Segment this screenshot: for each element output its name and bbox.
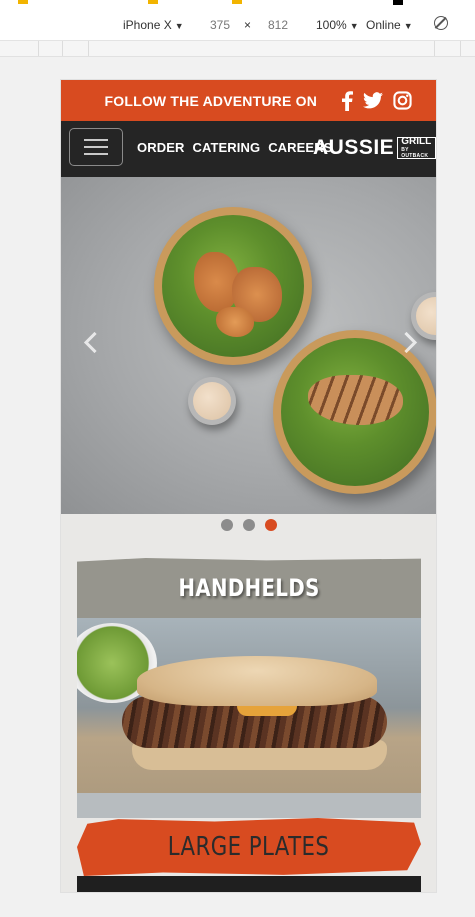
width-input[interactable]: 375 (210, 18, 230, 32)
times-sign: × (244, 18, 252, 32)
network-select[interactable]: Online ▼ (366, 18, 413, 32)
site-navbar: ORDER CATERING CAREERS AUSSIE GRILL BY O… (61, 121, 436, 177)
category-title: HANDHELDS (178, 574, 320, 602)
hero-carousel[interactable] (61, 177, 436, 514)
follow-bar: FOLLOW THE ADVENTURE ON (61, 80, 436, 121)
logo-grill-text: GRILL (401, 136, 432, 147)
large-plates-image (77, 876, 421, 892)
nav-catering-link[interactable]: CATERING (192, 140, 260, 155)
nav-order-link[interactable]: ORDER (137, 140, 184, 155)
category-title: LARGE PLATES (168, 832, 330, 862)
devtools-toolbar: iPhone X ▼ 375 × 812 100% ▼ Online ▼ (0, 0, 475, 41)
mobile-viewport: FOLLOW THE ADVENTURE ON ORDER CATERING C… (61, 80, 436, 892)
sauce-cup-image (411, 292, 436, 340)
carousel-indicators (61, 519, 436, 531)
hamburger-menu-button[interactable] (69, 128, 123, 166)
rotate-icon[interactable] (434, 16, 448, 30)
twitter-icon[interactable] (363, 92, 383, 109)
category-card-large-plates[interactable]: LARGE PLATES (77, 818, 421, 892)
instagram-icon[interactable] (393, 91, 412, 110)
facebook-icon[interactable] (341, 90, 353, 111)
carousel-prev-icon[interactable] (83, 331, 106, 354)
carousel-dot-active[interactable] (264, 519, 277, 531)
logo-grill-box: GRILL BY OUTBACK (397, 137, 436, 159)
grilled-chicken-bowl-image (273, 330, 436, 494)
media-query-bar[interactable] (0, 41, 475, 57)
sandwich-image (77, 618, 421, 818)
category-title-bar: HANDHELDS (77, 558, 421, 618)
tab-indicator (393, 0, 403, 5)
logo-main-text: AUSSIE (313, 136, 395, 159)
carousel-dot[interactable] (220, 519, 233, 531)
nav-links: ORDER CATERING CAREERS (137, 140, 340, 155)
height-input[interactable]: 812 (268, 18, 288, 32)
carousel-dot[interactable] (242, 519, 255, 531)
category-title-brush: LARGE PLATES (77, 818, 421, 876)
sauce-cup-image (188, 377, 236, 425)
device-select[interactable]: iPhone X ▼ (123, 18, 184, 32)
follow-text: FOLLOW THE ADVENTURE ON (104, 92, 317, 109)
aussie-grill-logo[interactable]: AUSSIE GRILL BY OUTBACK (313, 136, 436, 160)
salad-bowl-image (154, 207, 312, 365)
browser-tab-strip (0, 0, 475, 4)
zoom-select[interactable]: 100% ▼ (316, 18, 359, 32)
category-card-handhelds[interactable]: HANDHELDS (77, 558, 421, 818)
logo-sub-text: BY OUTBACK (401, 147, 429, 159)
